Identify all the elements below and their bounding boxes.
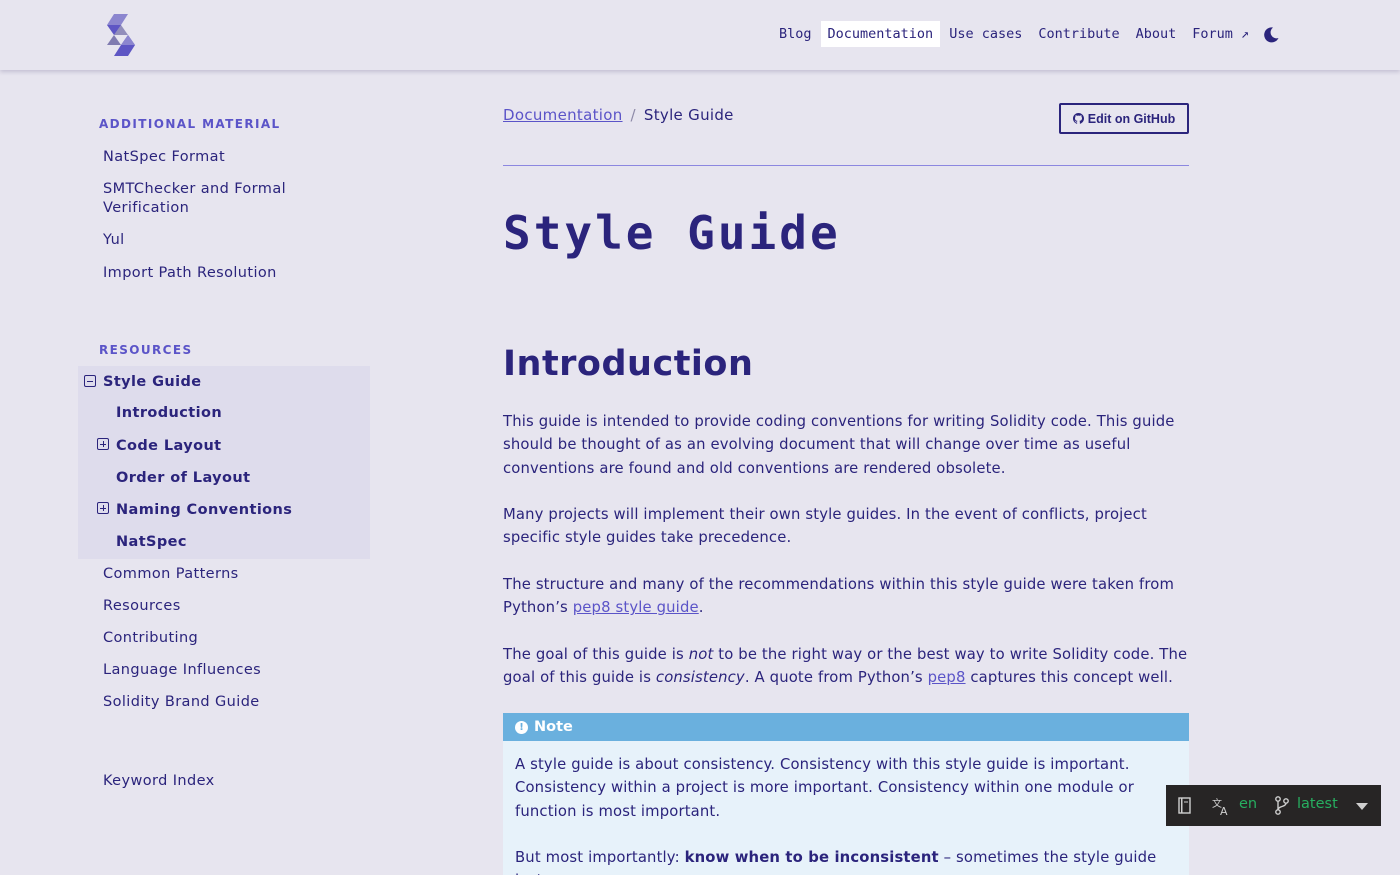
- nav-documentation[interactable]: Documentation: [820, 21, 941, 47]
- breadcrumb: Documentation / Style Guide: [503, 106, 734, 124]
- sidebar-item-natspec[interactable]: NatSpec: [116, 533, 346, 552]
- sidebar-item-common-patterns[interactable]: Common Patterns: [103, 565, 333, 584]
- solidity-logo-icon[interactable]: [106, 14, 136, 56]
- pep8-link[interactable]: pep8: [928, 669, 966, 686]
- paragraph-2: Many projects will implement their own s…: [503, 506, 1147, 547]
- main-nav: Blog Documentation Use cases Contribute …: [770, 21, 1256, 47]
- expand-icon[interactable]: [97, 502, 109, 514]
- book-icon: [1178, 797, 1191, 814]
- note-paragraph-1: A style guide is about consistency. Cons…: [515, 756, 1134, 820]
- pep8-style-guide-link[interactable]: pep8 style guide: [573, 599, 699, 616]
- info-icon: !: [515, 720, 528, 734]
- expand-icon[interactable]: [97, 438, 109, 450]
- sidebar-item-order-of-layout[interactable]: Order of Layout: [116, 469, 346, 488]
- sidebar-item-yul[interactable]: Yul: [103, 231, 333, 250]
- sidebar-item-style-guide[interactable]: Style Guide: [103, 373, 333, 392]
- sidebar-item-natspec-format[interactable]: NatSpec Format: [103, 148, 333, 167]
- github-icon: [1072, 113, 1084, 124]
- note-title: Note: [534, 719, 573, 735]
- git-branch-icon: [1275, 796, 1289, 815]
- caption-resources: RESOURCES: [99, 343, 193, 357]
- paragraph-4-text: The goal of this guide is: [503, 646, 689, 663]
- svg-text:A: A: [1220, 805, 1228, 816]
- edit-on-github-label: Edit on GitHub: [1087, 111, 1176, 126]
- nav-contribute[interactable]: Contribute: [1031, 21, 1126, 47]
- sidebar-item-resources[interactable]: Resources: [103, 597, 333, 616]
- sidebar-item-keyword-index[interactable]: Keyword Index: [103, 772, 333, 791]
- paragraph-3: The structure and many of the recommenda…: [503, 573, 1189, 620]
- paragraph-4-text: . A quote from Python’s: [744, 669, 928, 687]
- sidebar-item-code-layout[interactable]: Code Layout: [116, 437, 346, 456]
- divider: [503, 165, 1189, 166]
- collapse-icon[interactable]: [84, 375, 96, 387]
- sidebar-item-smtchecker[interactable]: SMTChecker and Formal Verification: [103, 180, 333, 218]
- moon-icon[interactable]: [1262, 26, 1280, 44]
- top-navigation-bar: Blog Documentation Use cases Contribute …: [0, 0, 1400, 70]
- language-selector[interactable]: en: [1239, 796, 1257, 812]
- breadcrumb-documentation-link[interactable]: Documentation: [503, 106, 623, 124]
- nav-use-cases[interactable]: Use cases: [942, 21, 1029, 47]
- sidebar-current-section: [78, 366, 370, 559]
- paragraph-3-end: .: [698, 599, 704, 617]
- emphasis-consistency: consistency: [655, 669, 745, 687]
- note-paragraph-2: But most importantly: know when to be in…: [515, 846, 1177, 875]
- nav-blog[interactable]: Blog: [772, 21, 819, 47]
- version-flyout[interactable]: 文 A en latest: [1166, 785, 1381, 826]
- page-title: Style Guide: [503, 206, 841, 260]
- note-header: ! Note: [503, 713, 1189, 741]
- sidebar-item-introduction[interactable]: Introduction: [116, 404, 346, 423]
- note-strong-text: know when to be inconsistent: [684, 848, 939, 866]
- sidebar-item-brand-guide[interactable]: Solidity Brand Guide: [103, 693, 333, 712]
- paragraph-1: This guide is intended to provide coding…: [503, 413, 1175, 477]
- breadcrumb-separator: /: [630, 106, 636, 124]
- emphasis-not: not: [688, 646, 714, 663]
- edit-on-github-button[interactable]: Edit on GitHub: [1059, 103, 1189, 134]
- note-body: A style guide is about consistency. Cons…: [503, 741, 1189, 875]
- sidebar-item-naming-conventions[interactable]: Naming Conventions: [116, 501, 346, 520]
- paragraph-4-end: captures this concept well.: [965, 669, 1174, 687]
- translate-icon: 文 A: [1212, 797, 1228, 816]
- sidebar-item-import-path-resolution[interactable]: Import Path Resolution: [103, 264, 333, 283]
- section-title-introduction: Introduction: [503, 344, 754, 384]
- sidebar-item-contributing[interactable]: Contributing: [103, 629, 333, 648]
- caption-additional-material: ADDITIONAL MATERIAL: [99, 117, 281, 131]
- note-admonition: ! Note A style guide is about consistenc…: [503, 713, 1189, 875]
- version-selector[interactable]: latest: [1297, 796, 1338, 812]
- note-paragraph-2-text: But most importantly:: [515, 848, 685, 866]
- breadcrumb-current: Style Guide: [643, 106, 734, 124]
- nav-about[interactable]: About: [1129, 21, 1184, 47]
- nav-forum[interactable]: Forum ↗: [1185, 21, 1256, 47]
- paragraph-4: The goal of this guide is not to be the …: [503, 643, 1189, 690]
- sidebar-item-language-influences[interactable]: Language Influences: [103, 661, 333, 680]
- sidebar: ADDITIONAL MATERIAL NatSpec Format SMTCh…: [0, 70, 400, 875]
- caret-down-icon[interactable]: [1356, 803, 1368, 810]
